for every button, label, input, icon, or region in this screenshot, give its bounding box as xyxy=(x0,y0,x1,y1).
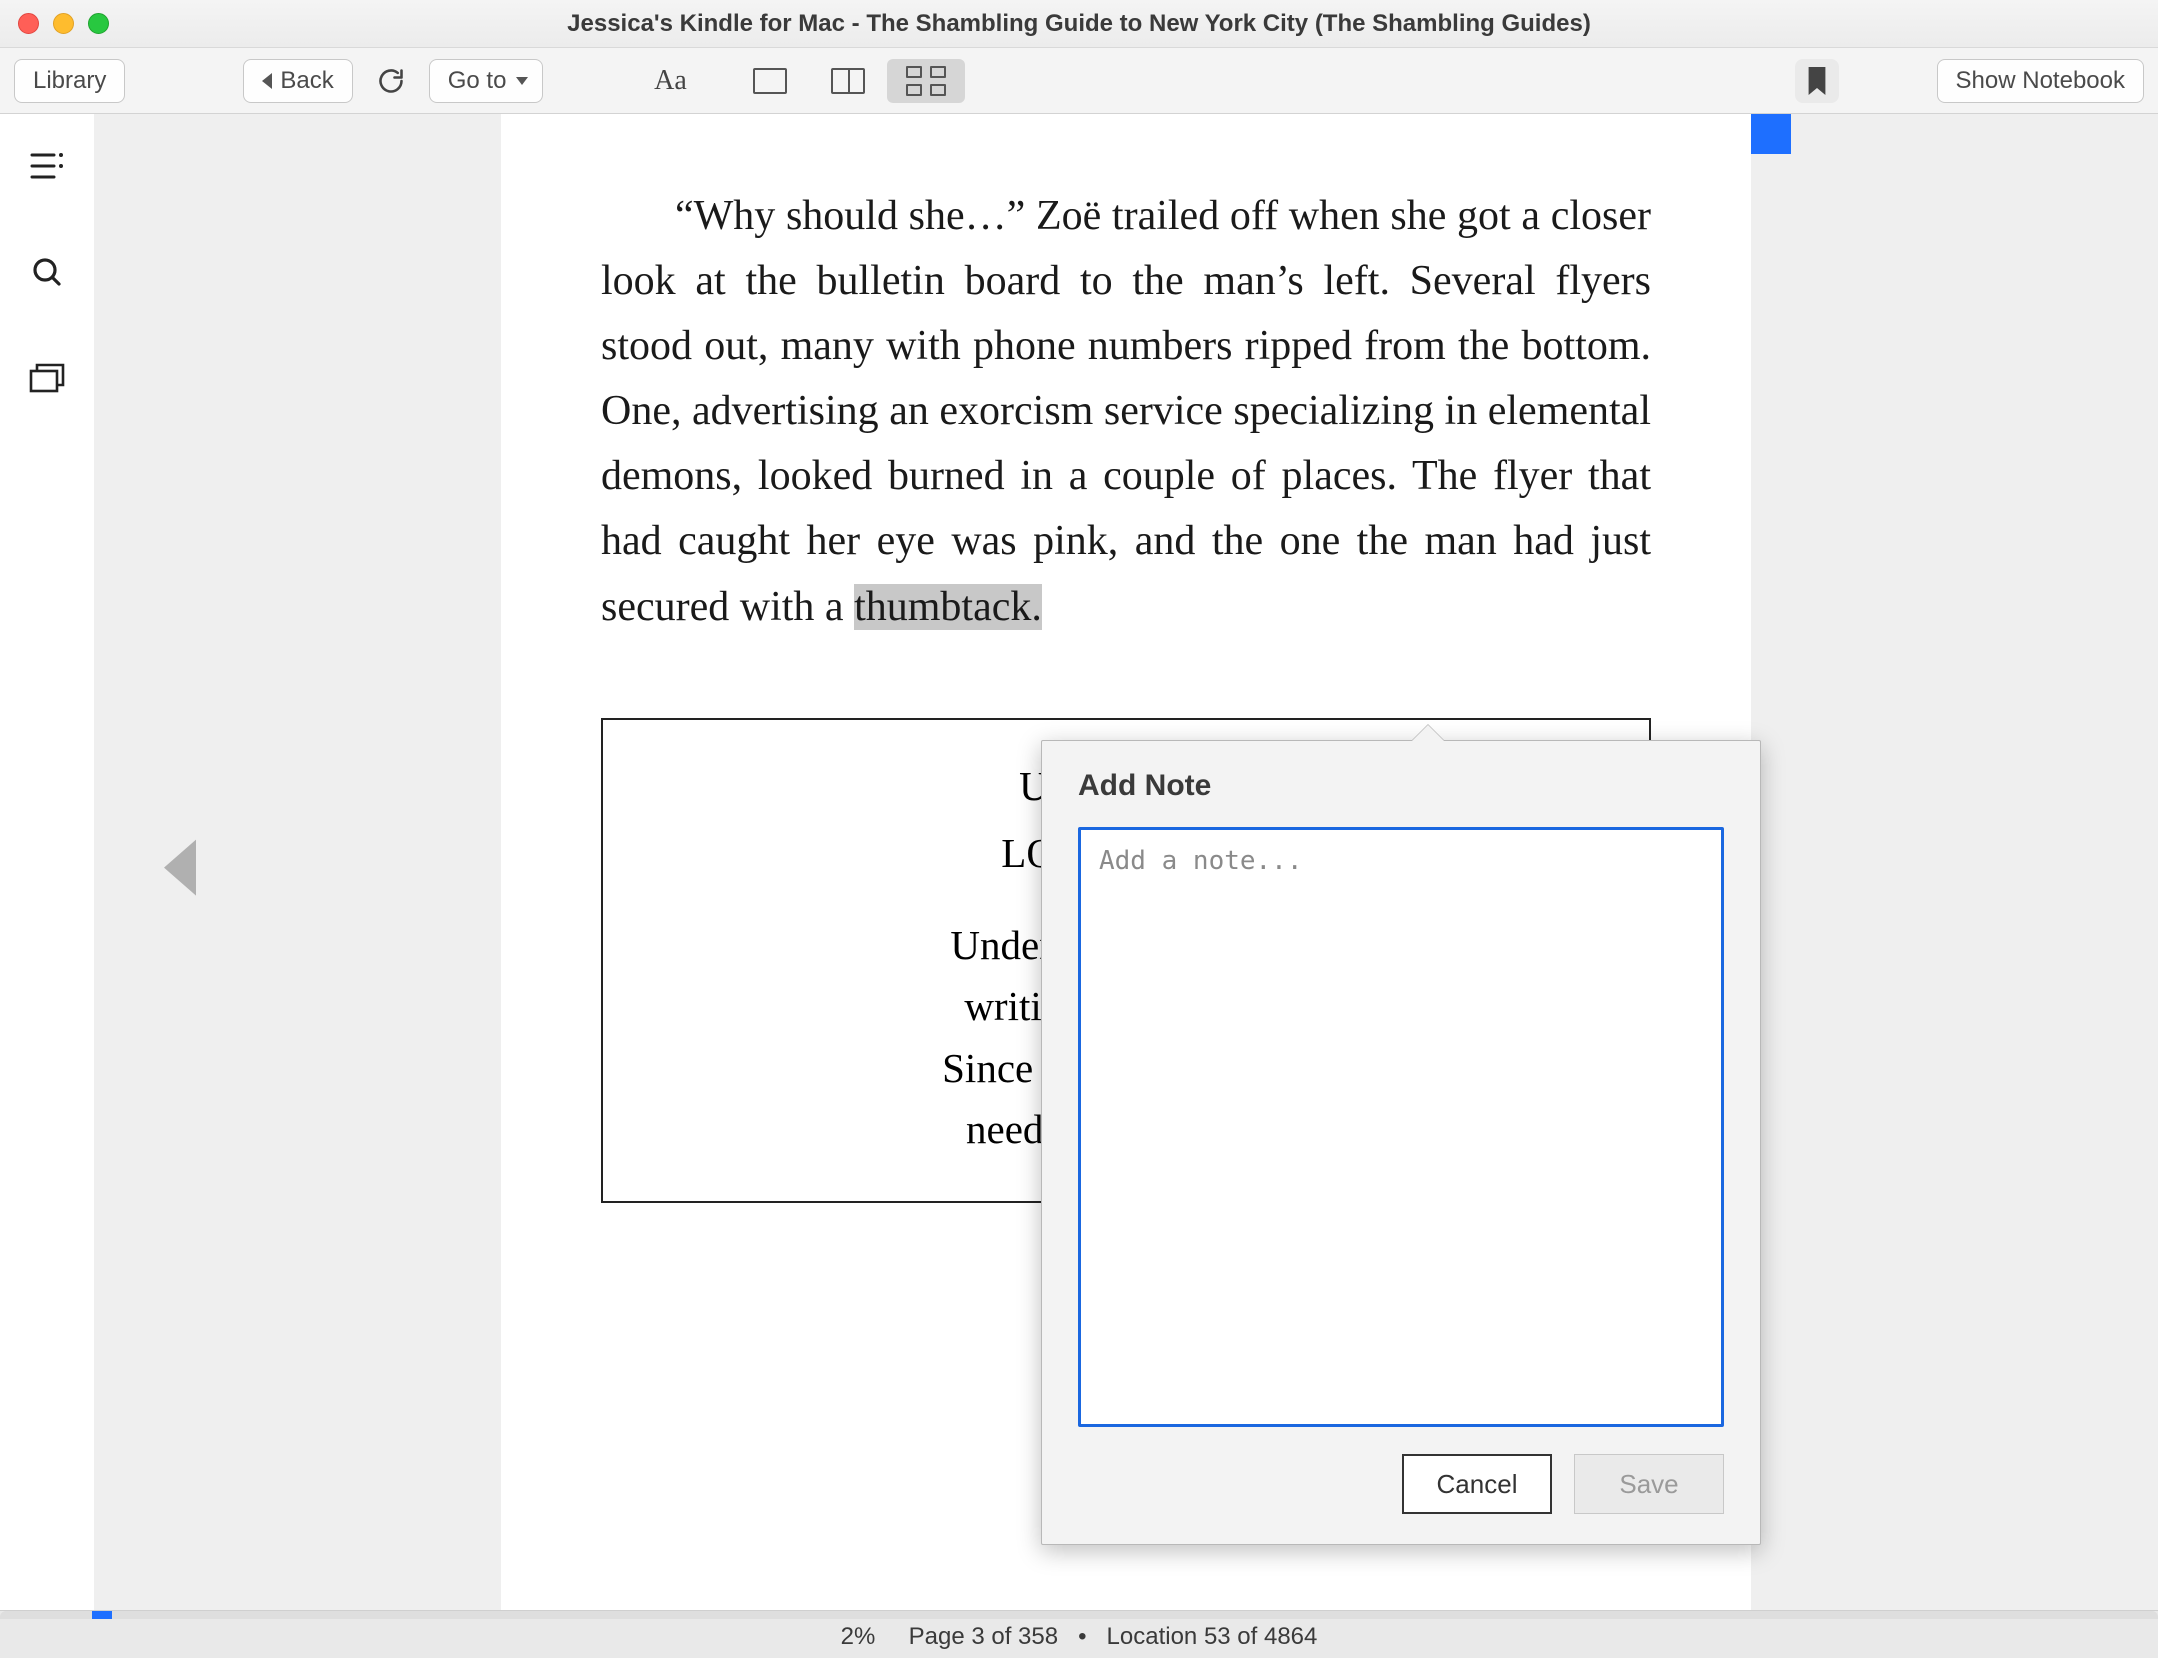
show-notebook-label: Show Notebook xyxy=(1956,67,2125,95)
page-count: Page 3 of 358 xyxy=(909,1623,1058,1650)
location-count: Location 53 of 4864 xyxy=(1107,1623,1318,1650)
library-button[interactable]: Library xyxy=(14,59,125,103)
popover-buttons: Cancel Save xyxy=(1078,1454,1724,1514)
two-page-view-button[interactable] xyxy=(809,59,887,103)
cancel-button[interactable]: Cancel xyxy=(1402,1454,1552,1514)
main-area: “Why should she…” Zoë trailed off when s… xyxy=(0,114,2158,1610)
toolbar: Library Back Go to Aa xyxy=(0,48,2158,114)
multi-column-icon xyxy=(906,66,946,96)
previous-page-button[interactable] xyxy=(164,840,196,896)
content-area: “Why should she…” Zoë trailed off when s… xyxy=(94,114,2158,1610)
goto-button[interactable]: Go to xyxy=(429,59,544,103)
separator: • xyxy=(1065,1623,1100,1650)
flashcards-button[interactable] xyxy=(23,354,71,402)
left-rail xyxy=(0,114,94,1610)
toc-icon xyxy=(30,151,64,181)
footer-text: 2% Page 3 of 358 • Location 53 of 4864 xyxy=(841,1623,1318,1651)
sync-icon xyxy=(377,67,405,95)
search-button[interactable] xyxy=(23,248,71,296)
back-button[interactable]: Back xyxy=(243,59,352,103)
page-paragraph[interactable]: “Why should she…” Zoë trailed off when s… xyxy=(601,184,1651,640)
font-icon: Aa xyxy=(654,65,687,97)
progress-indicator[interactable] xyxy=(92,1611,112,1619)
chevron-left-icon xyxy=(262,73,272,89)
multi-column-view-button[interactable] xyxy=(887,59,965,103)
title-bar: Jessica's Kindle for Mac - The Shambling… xyxy=(0,0,2158,48)
progress-percent: 2% xyxy=(841,1623,876,1650)
font-settings-button[interactable]: Aa xyxy=(641,59,699,103)
status-bar: 2% Page 3 of 358 • Location 53 of 4864 xyxy=(0,1610,2158,1658)
library-button-label: Library xyxy=(33,67,106,95)
note-textarea[interactable] xyxy=(1078,827,1724,1427)
sync-button[interactable] xyxy=(367,59,415,103)
cards-icon xyxy=(29,363,65,393)
save-button[interactable]: Save xyxy=(1574,1454,1724,1514)
toc-button[interactable] xyxy=(23,142,71,190)
single-page-icon xyxy=(753,68,787,94)
popover-title: Add Note xyxy=(1078,769,1724,803)
bookmark-button[interactable] xyxy=(1795,59,1839,103)
add-note-popover: Add Note Cancel Save xyxy=(1041,740,1761,1545)
chevron-down-icon xyxy=(516,77,528,85)
paragraph-text: “Why should she…” Zoë trailed off when s… xyxy=(601,193,1651,630)
app-window: Jessica's Kindle for Mac - The Shambling… xyxy=(0,0,2158,1658)
single-page-view-button[interactable] xyxy=(731,59,809,103)
book-page: “Why should she…” Zoë trailed off when s… xyxy=(501,114,1751,1610)
highlighted-text[interactable]: thumbtack. xyxy=(854,584,1042,630)
popover-caret-icon xyxy=(1412,725,1444,741)
goto-button-label: Go to xyxy=(448,67,507,95)
two-page-icon xyxy=(831,68,865,94)
show-notebook-button[interactable]: Show Notebook xyxy=(1937,59,2144,103)
window-title: Jessica's Kindle for Mac - The Shambling… xyxy=(0,10,2158,38)
search-icon xyxy=(31,256,63,288)
bookmark-icon xyxy=(1807,67,1827,95)
page-marker xyxy=(1751,114,1791,154)
back-button-label: Back xyxy=(280,67,333,95)
progress-track[interactable] xyxy=(0,1611,2158,1619)
view-mode-group xyxy=(731,59,965,103)
